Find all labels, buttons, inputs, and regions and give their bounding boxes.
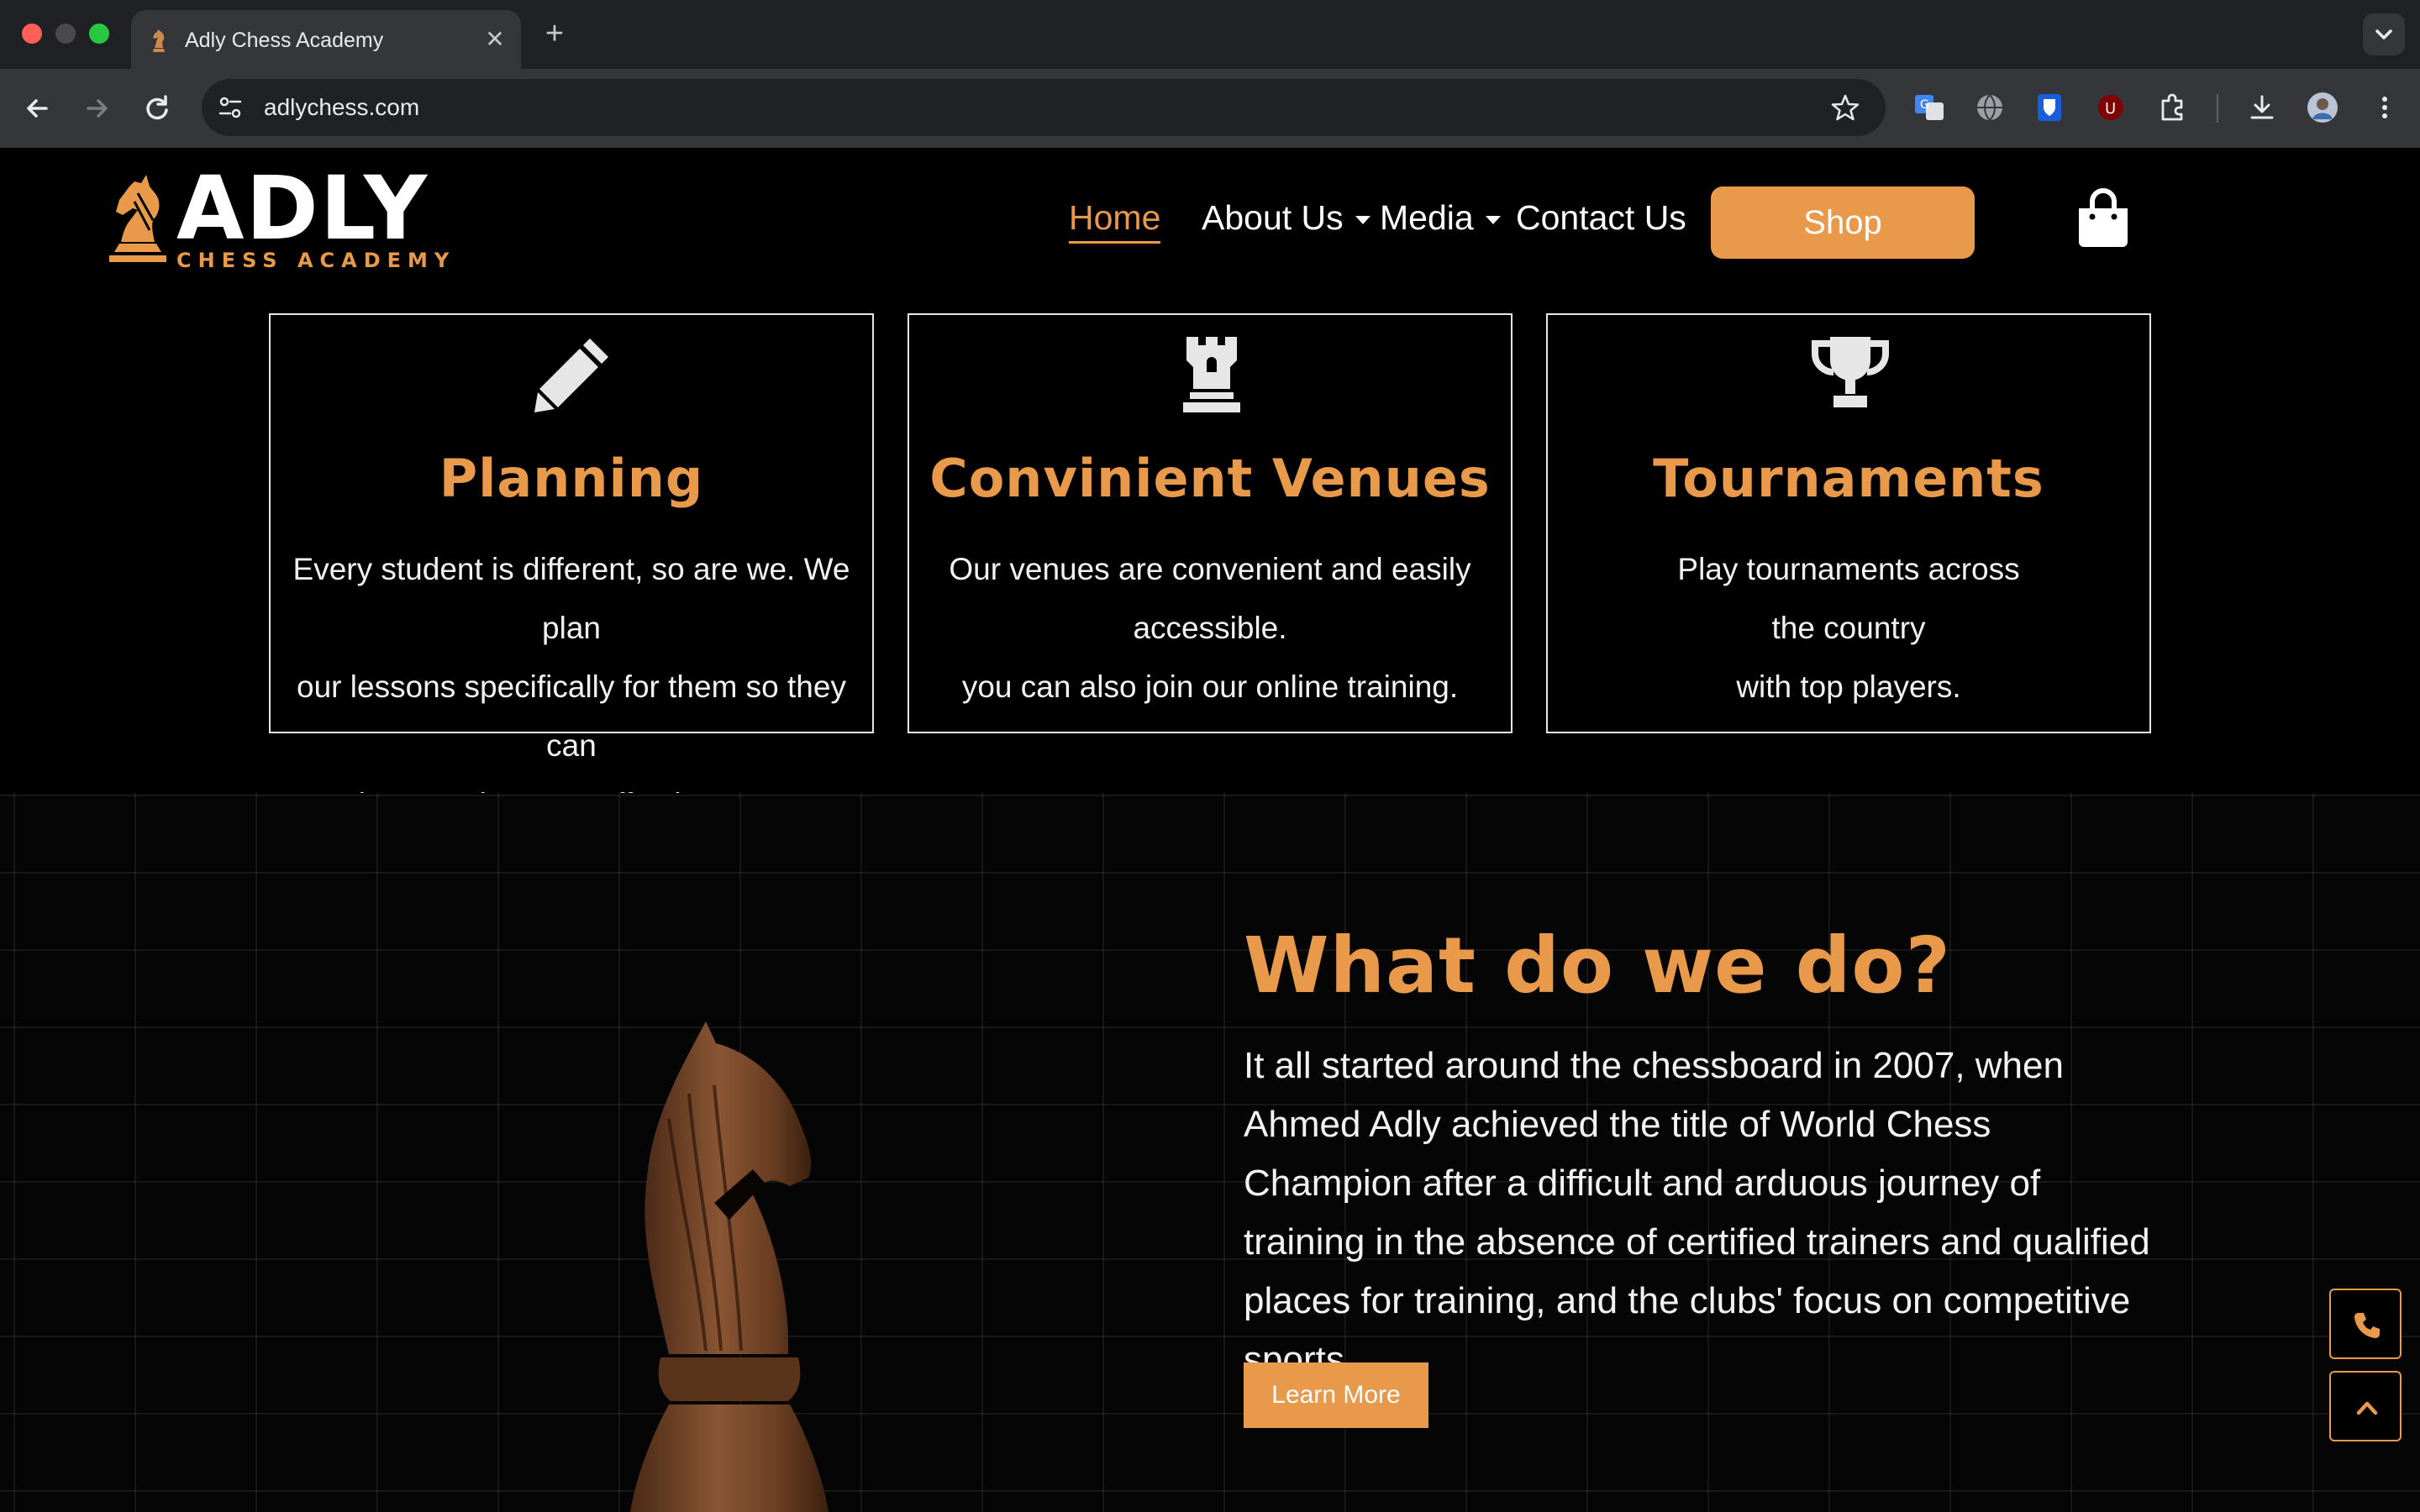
ublock-extension-icon[interactable]: U bbox=[2094, 91, 2128, 124]
knight-favicon-icon bbox=[153, 29, 165, 52]
nav-about-label: About Us bbox=[1202, 198, 1344, 237]
site-info-icon[interactable] bbox=[217, 94, 244, 121]
new-tab-icon[interactable]: + bbox=[538, 18, 571, 52]
card-text: Our venues are convenient and easily acc… bbox=[926, 540, 1494, 717]
about-title: What do we do? bbox=[1244, 921, 1951, 1011]
logo-wordmark: ADLY bbox=[176, 157, 429, 260]
phone-icon bbox=[2354, 1313, 2380, 1338]
browser-toolbar: adlychess.com G U bbox=[0, 69, 2420, 148]
toolbar-divider bbox=[2217, 94, 2218, 123]
card-text-line: Every student is different, so are we. W… bbox=[292, 552, 850, 645]
window-close-button[interactable] bbox=[22, 24, 42, 44]
profile-avatar-icon[interactable] bbox=[2306, 91, 2339, 124]
caret-down-icon bbox=[1485, 216, 1501, 225]
card-text-line: with top players. bbox=[1736, 669, 1961, 704]
card-text-line: the country bbox=[1771, 611, 1926, 645]
chevron-down-icon bbox=[2375, 29, 2392, 39]
puzzle-extensions-icon[interactable] bbox=[2156, 91, 2190, 124]
card-text-line: our lessons specifically for them so the… bbox=[297, 669, 846, 763]
back-arrow-icon[interactable] bbox=[18, 89, 57, 128]
logo-tagline: CHESS ACADEMY bbox=[176, 249, 456, 272]
nav-media-label: Media bbox=[1380, 198, 1474, 237]
site-header: ADLY CHESS ACADEMY Home About Us Media C… bbox=[0, 148, 2420, 291]
card-text: Play tournaments across the country with… bbox=[1565, 540, 2133, 717]
bookmark-star-icon[interactable] bbox=[1830, 92, 1860, 123]
nav-home-link[interactable]: Home bbox=[1069, 198, 1161, 244]
bitwarden-extension-icon[interactable] bbox=[2033, 91, 2067, 124]
translate-extension-icon[interactable]: G bbox=[1912, 91, 1946, 124]
caret-down-icon bbox=[1355, 216, 1370, 225]
wooden-knight-image bbox=[630, 1021, 829, 1512]
window-zoom-button[interactable] bbox=[89, 24, 109, 44]
feature-card-venues: Convinient Venues Our venues are conveni… bbox=[908, 313, 1512, 733]
rook-icon bbox=[1183, 337, 1240, 412]
shop-button[interactable]: Shop bbox=[1711, 186, 1975, 259]
chrome-menu-icon[interactable] bbox=[2368, 91, 2402, 124]
card-title: Convinient Venues bbox=[929, 448, 1491, 509]
scroll-to-top-button[interactable] bbox=[2329, 1371, 2402, 1441]
nav-about-link[interactable]: About Us bbox=[1202, 198, 1370, 238]
nav-contact-link[interactable]: Contact Us bbox=[1516, 198, 1686, 238]
knight-logo-icon bbox=[109, 175, 166, 262]
card-title: Planning bbox=[439, 448, 704, 509]
url-text[interactable]: adlychess.com bbox=[264, 94, 419, 121]
about-body: It all started around the chessboard in … bbox=[1244, 1045, 2150, 1380]
reload-icon[interactable] bbox=[138, 89, 176, 128]
card-text-line: Our venues are convenient and easily bbox=[949, 552, 1471, 586]
card-title: Tournaments bbox=[1653, 448, 2044, 509]
globe-extension-icon[interactable] bbox=[1973, 91, 2007, 124]
download-icon[interactable] bbox=[2245, 91, 2279, 124]
trophy-icon bbox=[1812, 337, 1889, 407]
tab-search-button[interactable] bbox=[2363, 13, 2405, 55]
nav-media-link[interactable]: Media bbox=[1380, 198, 1501, 238]
feature-card-tournaments: Tournaments Play tournaments across the … bbox=[1546, 313, 2151, 733]
card-text-line: Play tournaments across bbox=[1677, 552, 2020, 586]
feature-card-planning: Planning Every student is different, so … bbox=[269, 313, 874, 822]
browser-tab[interactable]: Adly Chess Academy ✕ bbox=[131, 10, 521, 69]
window-minimize-button[interactable] bbox=[55, 24, 76, 44]
card-text-line: you can also join our online training. bbox=[961, 669, 1459, 704]
card-text-line: accessible. bbox=[1133, 611, 1287, 645]
pencil-icon bbox=[534, 339, 608, 412]
card-text: Every student is different, so are we. W… bbox=[287, 540, 855, 834]
svg-text:G: G bbox=[1920, 98, 1929, 112]
tab-close-icon[interactable]: ✕ bbox=[481, 25, 509, 54]
forward-arrow-icon[interactable] bbox=[77, 89, 116, 128]
tab-title: Adly Chess Academy bbox=[185, 29, 384, 52]
svg-text:U: U bbox=[2105, 100, 2116, 118]
chevron-up-icon bbox=[2356, 1401, 2378, 1415]
learn-more-button[interactable]: Learn More bbox=[1244, 1362, 1428, 1428]
browser-tab-strip: Adly Chess Academy ✕ + bbox=[0, 0, 2420, 69]
site-logo[interactable]: ADLY CHESS ACADEMY bbox=[104, 165, 449, 272]
shopping-bag-icon[interactable] bbox=[2075, 188, 2131, 249]
call-button[interactable] bbox=[2329, 1289, 2402, 1359]
address-bar[interactable]: adlychess.com bbox=[202, 79, 1886, 136]
